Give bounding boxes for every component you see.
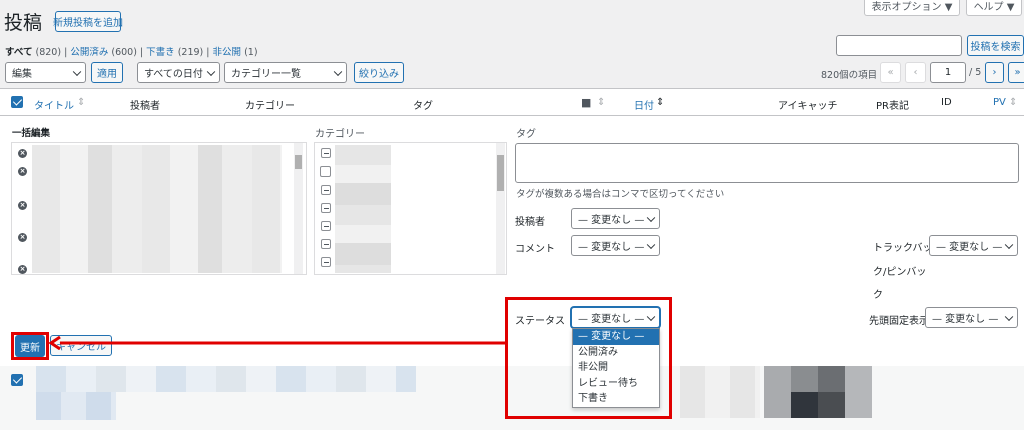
- sticky-select[interactable]: — 変更なし —: [925, 307, 1018, 328]
- filter-drafts[interactable]: 下書き: [146, 47, 175, 58]
- tag-hint: タグが複数ある場合はコンマで区切ってください: [516, 189, 725, 200]
- filter-private-count: (1): [244, 47, 258, 58]
- col-tag: タグ: [413, 101, 433, 112]
- screen-options-button[interactable]: 表示オプション ▼: [864, 0, 960, 16]
- bulk-action-select[interactable]: 編集: [5, 62, 86, 83]
- apply-button[interactable]: 適用: [91, 62, 123, 83]
- search-posts-button[interactable]: 投稿を検索: [967, 35, 1024, 56]
- first-page-button[interactable]: «: [880, 62, 901, 83]
- trackback-label-line2: ク/ピンバッ: [873, 267, 927, 278]
- filter-button[interactable]: 絞り込み: [354, 62, 404, 83]
- chevron-down-icon: [1004, 312, 1014, 321]
- help-button[interactable]: ヘルプ ▼: [966, 0, 1022, 16]
- sort-desc-icon: ⇕: [656, 97, 665, 108]
- author-select[interactable]: — 変更なし —: [571, 208, 660, 229]
- comment-icon[interactable]: ■: [581, 96, 591, 109]
- comment-label: コメント: [515, 244, 555, 255]
- sort-icon: ⇕: [77, 97, 86, 108]
- next-page-button[interactable]: ›: [985, 62, 1004, 83]
- col-pv[interactable]: PV: [993, 97, 1006, 108]
- category-checkbox[interactable]: [321, 257, 331, 267]
- bulk-edit-heading: 一括編集: [12, 128, 51, 139]
- filter-drafts-count: (219): [177, 47, 204, 58]
- annotation-arrow: [48, 336, 506, 350]
- filter-private[interactable]: 非公開: [213, 47, 242, 58]
- category-checkbox[interactable]: [321, 148, 331, 158]
- total-pages: / 5: [969, 67, 982, 78]
- items-count: 820個の項目: [821, 70, 878, 81]
- blurred-row-content: [680, 366, 760, 418]
- add-new-post-button[interactable]: 新規投稿を追加: [53, 11, 123, 32]
- page-title: 投稿: [4, 12, 43, 34]
- category-checklist: [314, 142, 507, 275]
- author-label: 投稿者: [515, 217, 545, 228]
- chevron-down-icon: [333, 67, 343, 76]
- chevron-down-icon: [72, 67, 82, 76]
- table-header: タイトル ⇕ 投稿者 カテゴリー タグ ■ ⇕ 日付 ⇕ アイキャッチ PR表記…: [0, 88, 1024, 116]
- status-filters: すべて (820) | 公開済み (600) | 下書き (219) | 非公開…: [5, 47, 258, 58]
- scrollbar[interactable]: [496, 143, 505, 274]
- category-checkbox[interactable]: [321, 239, 331, 249]
- chevron-down-icon: [646, 240, 656, 249]
- blurred-content: [32, 145, 282, 273]
- blurred-title: [36, 366, 416, 392]
- filter-published-count: (600): [111, 47, 137, 58]
- col-author: 投稿者: [130, 101, 160, 112]
- last-page-button[interactable]: »: [1008, 62, 1024, 83]
- remove-post-icon[interactable]: ×: [18, 149, 27, 158]
- col-category: カテゴリー: [245, 101, 295, 112]
- filter-published[interactable]: 公開済み: [70, 47, 108, 58]
- search-input[interactable]: [836, 35, 962, 56]
- filter-all[interactable]: すべて: [5, 47, 32, 58]
- remove-post-icon[interactable]: ×: [18, 265, 27, 274]
- remove-post-icon[interactable]: ×: [18, 167, 27, 176]
- highlight-update-box: [11, 332, 49, 360]
- chevron-down-icon: [646, 213, 656, 222]
- scrollbar[interactable]: [294, 143, 303, 274]
- filter-all-count: (820): [35, 47, 62, 58]
- blurred-title: [36, 392, 116, 420]
- row-checkbox[interactable]: [11, 374, 23, 386]
- category-checkbox[interactable]: [321, 203, 331, 213]
- date-filter-select[interactable]: すべての日付: [137, 62, 220, 83]
- trackback-select[interactable]: — 変更なし —: [929, 235, 1018, 256]
- sticky-label: 先頭固定表示: [869, 316, 929, 327]
- remove-post-icon[interactable]: ×: [18, 233, 27, 242]
- highlight-status-box: [505, 297, 672, 419]
- selected-posts-list: × × × × ×: [11, 142, 307, 275]
- category-filter-select[interactable]: カテゴリー一覧: [224, 62, 347, 83]
- prev-page-button[interactable]: ‹: [905, 62, 926, 83]
- eyecatch-thumbnail: [791, 392, 845, 418]
- comment-select[interactable]: — 変更なし —: [571, 235, 660, 256]
- tag-label: タグ: [516, 129, 536, 140]
- remove-post-icon[interactable]: ×: [18, 201, 27, 210]
- col-pr: PR表記: [876, 101, 909, 112]
- select-all-checkbox[interactable]: [11, 96, 23, 108]
- category-label: カテゴリー: [315, 129, 365, 140]
- col-date[interactable]: 日付: [634, 97, 654, 112]
- sort-icon: ⇕: [597, 97, 606, 108]
- category-checkbox[interactable]: [320, 166, 331, 177]
- col-eyecatch: アイキャッチ: [778, 101, 838, 112]
- category-checkbox[interactable]: [321, 185, 331, 195]
- col-id: ID: [941, 97, 952, 108]
- tags-textarea[interactable]: [515, 143, 1019, 183]
- chevron-down-icon: [1004, 240, 1014, 249]
- col-title[interactable]: タイトル: [34, 97, 74, 112]
- blurred-content: [335, 145, 391, 273]
- trackback-label-line3: ク: [873, 290, 883, 301]
- current-page-input[interactable]: 1: [930, 62, 966, 83]
- trackback-label-line1: トラックバッ: [873, 243, 933, 254]
- chevron-down-icon: [206, 67, 216, 76]
- category-checkbox[interactable]: [321, 221, 331, 231]
- sort-icon: ⇕: [1009, 97, 1018, 108]
